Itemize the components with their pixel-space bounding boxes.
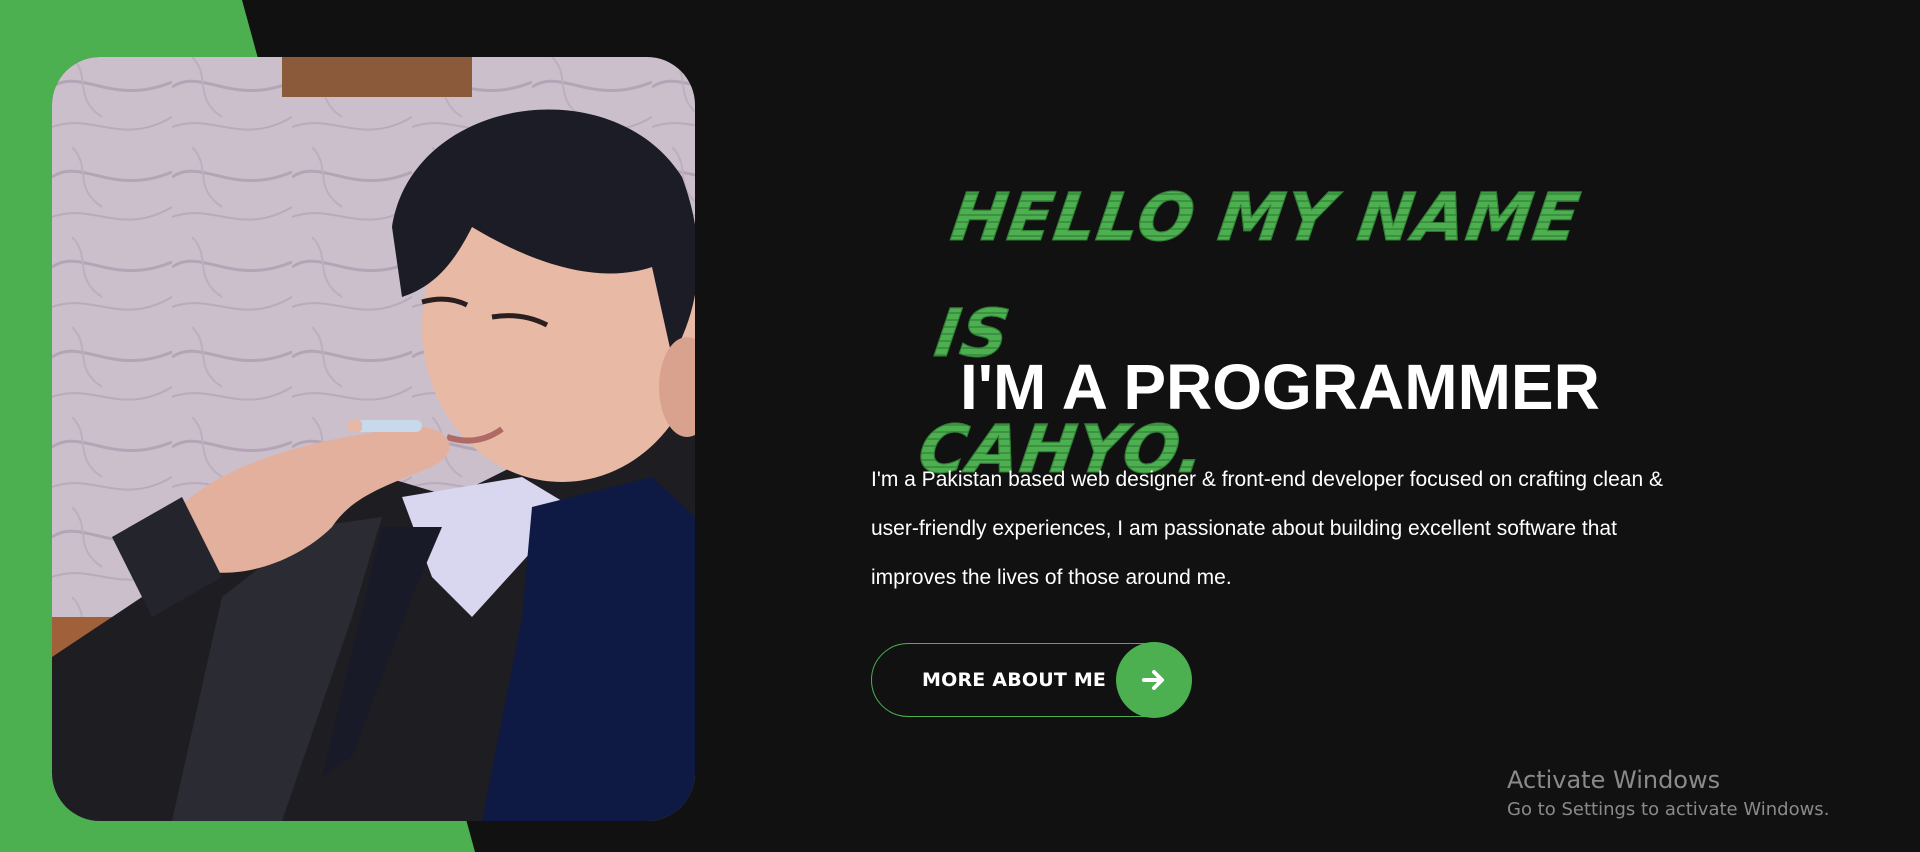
profile-photo [52,57,695,821]
greeting-line-1: HELLO MY NAME IS [930,179,1586,373]
more-about-me-button[interactable]: MORE ABOUT ME [871,642,1192,718]
hero-section: HELLO MY NAME IS CAHYO. I'M A PROGRAMMER… [0,0,1920,852]
button-label: MORE ABOUT ME [922,669,1107,691]
arrow-right-icon [1116,642,1192,718]
watermark-subtitle: Go to Settings to activate Windows. [1507,799,1830,820]
windows-activation-watermark: Activate Windows Go to Settings to activ… [1507,762,1829,822]
portrait-illustration [52,57,695,821]
bio-paragraph: I'm a Pakistan based web designer & fron… [871,468,1663,589]
role-heading: I'M A PROGRAMMER [960,351,1600,423]
watermark-title: Activate Windows [1507,766,1721,794]
